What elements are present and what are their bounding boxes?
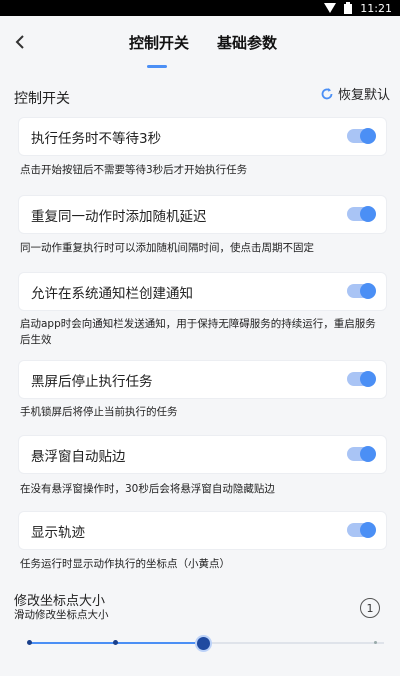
setting-description: 同一动作重复执行时可以添加随机间隔时间，使点击周期不固定 — [20, 242, 314, 254]
slider-subtitle: 滑动修改坐标点大小 — [14, 609, 109, 621]
slider-tick — [374, 641, 377, 644]
setting-label: 黑屏后停止执行任务 — [31, 373, 153, 390]
setting-row-notification: 允许在系统通知栏创建通知 — [19, 273, 386, 310]
setting-label: 执行任务时不等待3秒 — [31, 130, 162, 147]
setting-row-no-wait: 执行任务时不等待3秒 — [19, 118, 386, 155]
toggle-switch[interactable] — [347, 128, 376, 144]
battery-icon — [344, 2, 353, 14]
setting-label: 允许在系统通知栏创建通知 — [31, 285, 193, 302]
toggle-knob — [360, 128, 376, 144]
active-tab-indicator — [147, 65, 167, 68]
slider-track[interactable] — [204, 642, 384, 644]
setting-label: 显示轨迹 — [31, 524, 85, 541]
toggle-knob — [360, 206, 376, 222]
setting-description: 点击开始按钮后不需要等待3秒后才开始执行任务 — [20, 164, 248, 176]
setting-row-random-delay: 重复同一动作时添加随机延迟 — [19, 196, 386, 233]
section-title: 控制开关 — [14, 91, 70, 107]
setting-label: 悬浮窗自动贴边 — [31, 448, 126, 465]
point-preview-icon: 1 — [360, 598, 380, 618]
setting-row-float-edge: 悬浮窗自动贴边 — [19, 436, 386, 473]
tab-basic-params[interactable]: 基础参数 — [217, 32, 277, 53]
slider-thumb[interactable] — [197, 637, 210, 650]
back-button[interactable] — [8, 28, 32, 56]
toggle-knob — [360, 522, 376, 538]
toggle-switch[interactable] — [347, 446, 376, 462]
tab-control-switches[interactable]: 控制开关 — [129, 32, 189, 53]
toggle-knob — [360, 283, 376, 299]
toggle-knob — [360, 371, 376, 387]
chevron-left-icon — [15, 35, 24, 49]
top-bar: 控制开关 基础参数 — [0, 16, 400, 68]
setting-row-show-track: 显示轨迹 — [19, 512, 386, 549]
toggle-switch[interactable] — [347, 371, 376, 387]
slider-tick — [113, 640, 118, 645]
setting-description: 任务运行时显示动作执行的坐标点（小黄点） — [20, 558, 230, 570]
setting-label: 重复同一动作时添加随机延迟 — [31, 208, 207, 225]
toggle-switch[interactable] — [347, 283, 376, 299]
toggle-switch[interactable] — [347, 522, 376, 538]
status-bar: 11:21 — [0, 0, 400, 16]
setting-description: 启动app时会向通知栏发送通知，用于保持无障碍服务的持续运行，重启服务后生效 — [20, 318, 376, 346]
status-time: 11:21 — [360, 1, 392, 15]
restore-defaults-label: 恢复默认 — [337, 88, 390, 103]
signal-icon — [324, 3, 337, 13]
setting-description: 在没有悬浮窗操作时，30秒后会将悬浮窗自动隐藏贴边 — [20, 483, 275, 495]
toggle-knob — [360, 446, 376, 462]
setting-row-screen-off: 黑屏后停止执行任务 — [19, 361, 386, 398]
restore-defaults-button[interactable]: 恢复默认 — [320, 84, 390, 103]
toggle-switch[interactable] — [347, 206, 376, 222]
slider-tick — [27, 640, 32, 645]
refresh-icon — [320, 87, 334, 101]
setting-description: 手机锁屏后将停止当前执行的任务 — [20, 406, 178, 418]
